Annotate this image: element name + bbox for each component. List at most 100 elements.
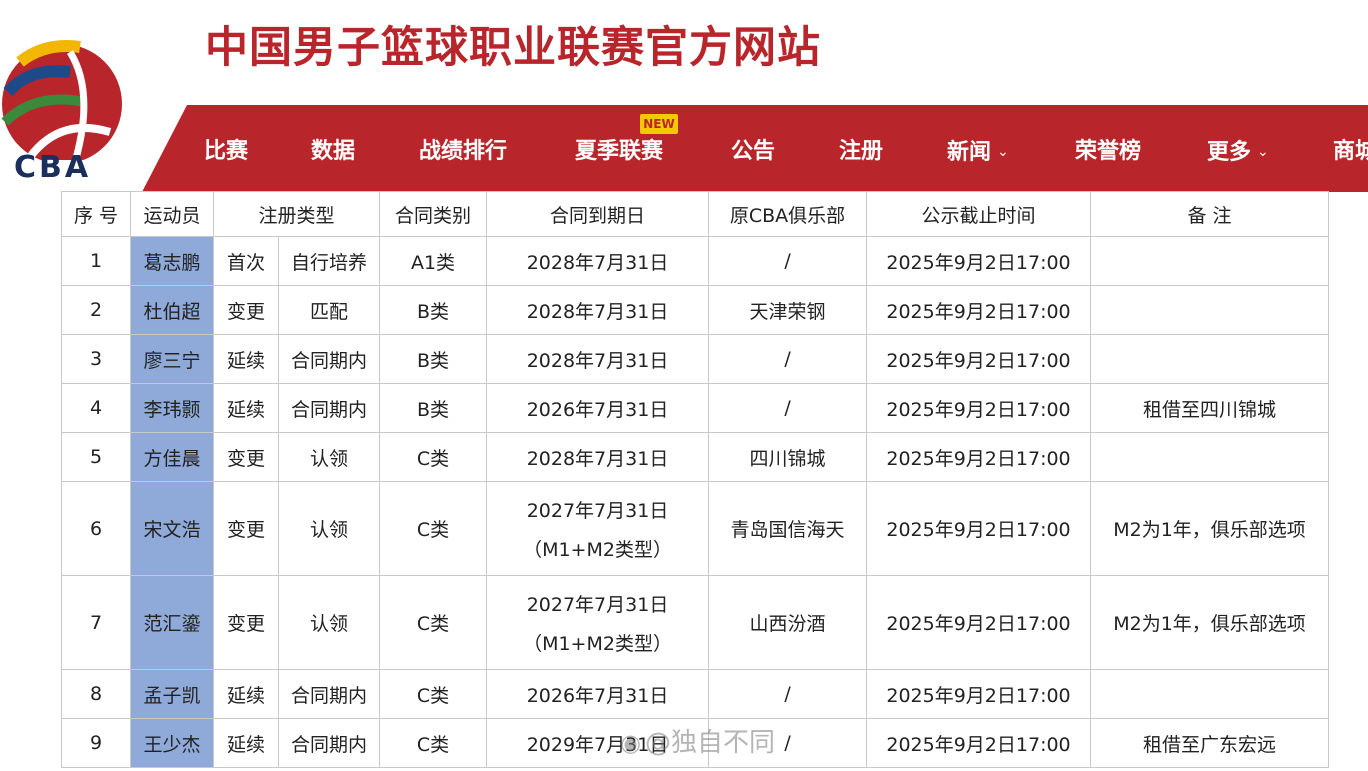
cell-player: 廖三宁 — [130, 334, 214, 384]
cell-reg-sub: 认领 — [277, 575, 381, 670]
cell-expiry: 2028年7月31日 — [486, 236, 710, 286]
cell-player: 李玮颢 — [130, 383, 214, 433]
nav-item-announcements[interactable]: 公告 — [731, 105, 775, 192]
cell-deadline: 2025年9月2日17:00 — [866, 718, 1092, 768]
cell-remarks: 租借至广东宏远 — [1090, 718, 1330, 768]
expiry-note: （M1+M2类型） — [523, 632, 672, 655]
cell-index: 1 — [61, 236, 131, 286]
table-row: 1 葛志鹏 首次 自行培养 A1类 2028年7月31日 / 2025年9月2日… — [61, 236, 1330, 286]
cell-remarks: M2为1年，俱乐部选项 — [1090, 481, 1330, 576]
cell-player: 范汇鎏 — [130, 575, 214, 670]
cell-reg-sub: 认领 — [277, 432, 381, 482]
cell-reg-type: 变更 — [213, 575, 279, 670]
table-row: 8 孟子凯 延续 合同期内 C类 2026年7月31日 / 2025年9月2日1… — [61, 669, 1330, 719]
cell-index: 7 — [61, 575, 131, 670]
cell-reg-type: 延续 — [213, 383, 279, 433]
cell-former-club: 青岛国信海天 — [708, 481, 868, 576]
cell-remarks — [1090, 285, 1330, 335]
cell-contract-class: C类 — [379, 481, 488, 576]
nav-item-matches[interactable]: 比赛 — [204, 105, 248, 192]
cell-index: 6 — [61, 481, 131, 576]
expiry-date: 2027年7月31日 — [526, 593, 669, 616]
cell-remarks — [1090, 236, 1330, 286]
table-row: 4 李玮颢 延续 合同期内 B类 2026年7月31日 / 2025年9月2日1… — [61, 383, 1330, 433]
cell-former-club: 山西汾酒 — [708, 575, 868, 670]
nav-item-registration[interactable]: 注册 — [839, 105, 883, 192]
cell-expiry: 2027年7月31日 （M1+M2类型） — [486, 481, 710, 576]
cell-reg-type: 延续 — [213, 334, 279, 384]
nav-item-honors[interactable]: 荣誉榜 — [1075, 105, 1141, 192]
cell-former-club: 四川锦城 — [708, 432, 868, 482]
nav-item-standings[interactable]: 战绩排行 — [419, 105, 507, 192]
header-expiry: 合同到期日 — [486, 191, 710, 237]
cell-reg-sub: 合同期内 — [277, 669, 381, 719]
cell-deadline: 2025年9月2日17:00 — [866, 285, 1092, 335]
cell-former-club: / — [708, 669, 868, 719]
cell-reg-sub: 匹配 — [277, 285, 381, 335]
cell-deadline: 2025年9月2日17:00 — [866, 575, 1092, 670]
cell-deadline: 2025年9月2日17:00 — [866, 669, 1092, 719]
cell-contract-class: C类 — [379, 575, 488, 670]
cell-remarks: 租借至四川锦城 — [1090, 383, 1330, 433]
site-title: 中国男子篮球职业联赛官方网站 — [205, 23, 821, 73]
cell-deadline: 2025年9月2日17:00 — [866, 481, 1092, 576]
cell-reg-sub: 认领 — [277, 481, 381, 576]
table-row: 6 宋文浩 变更 认领 C类 2027年7月31日 （M1+M2类型） 青岛国信… — [61, 481, 1330, 576]
cba-logo[interactable]: CBA — [0, 22, 125, 185]
expiry-date: 2027年7月31日 — [526, 499, 669, 522]
chevron-down-icon: ⌄ — [1257, 144, 1269, 160]
header-player: 运动员 — [130, 191, 214, 237]
logo-text: CBA — [14, 150, 92, 185]
cell-reg-type: 变更 — [213, 432, 279, 482]
cell-expiry: 2026年7月31日 — [486, 669, 710, 719]
cell-former-club: / — [708, 236, 868, 286]
table-header-row: 序 号 运动员 注册类型 合同类别 合同到期日 原CBA俱乐部 公示截止时间 备… — [61, 191, 1330, 237]
table-row: 5 方佳晨 变更 认领 C类 2028年7月31日 四川锦城 2025年9月2日… — [61, 432, 1330, 482]
cell-reg-type: 延续 — [213, 718, 279, 768]
cell-contract-class: B类 — [379, 383, 488, 433]
cell-deadline: 2025年9月2日17:00 — [866, 236, 1092, 286]
cell-player: 杜伯超 — [130, 285, 214, 335]
cell-remarks — [1090, 334, 1330, 384]
weibo-icon: ◉ — [620, 729, 641, 757]
cell-expiry: 2028年7月31日 — [486, 432, 710, 482]
cell-remarks: M2为1年，俱乐部选项 — [1090, 575, 1330, 670]
cell-index: 5 — [61, 432, 131, 482]
registration-table: 序 号 运动员 注册类型 合同类别 合同到期日 原CBA俱乐部 公示截止时间 备… — [61, 191, 1330, 768]
cell-reg-type: 延续 — [213, 669, 279, 719]
cell-contract-class: B类 — [379, 285, 488, 335]
cell-contract-class: B类 — [379, 334, 488, 384]
weibo-watermark: ◉ @独自不同 — [620, 728, 775, 758]
cell-expiry: 2028年7月31日 — [486, 285, 710, 335]
cell-player: 宋文浩 — [130, 481, 214, 576]
cell-remarks — [1090, 432, 1330, 482]
table-row: 7 范汇鎏 变更 认领 C类 2027年7月31日 （M1+M2类型） 山西汾酒… — [61, 575, 1330, 670]
cell-former-club: 天津荣钢 — [708, 285, 868, 335]
cell-contract-class: C类 — [379, 669, 488, 719]
nav-item-stats[interactable]: 数据 — [311, 105, 355, 192]
cell-player: 葛志鹏 — [130, 236, 214, 286]
cell-expiry: 2028年7月31日 — [486, 334, 710, 384]
header-reg-type: 注册类型 — [212, 191, 381, 237]
cell-deadline: 2025年9月2日17:00 — [866, 432, 1092, 482]
cell-deadline: 2025年9月2日17:00 — [866, 383, 1092, 433]
header-contract-class: 合同类别 — [379, 191, 488, 237]
cell-player: 王少杰 — [130, 718, 214, 768]
nav-item-shop[interactable]: 商城 — [1333, 105, 1368, 192]
cell-former-club: / — [708, 334, 868, 384]
cell-player: 孟子凯 — [130, 669, 214, 719]
nav-item-more[interactable]: 更多 ⌄ — [1207, 105, 1269, 192]
nav-item-news[interactable]: 新闻 ⌄ — [947, 105, 1009, 192]
expiry-note: （M1+M2类型） — [523, 538, 672, 561]
cell-expiry: 2026年7月31日 — [486, 383, 710, 433]
header-deadline: 公示截止时间 — [866, 191, 1092, 237]
cell-reg-type: 变更 — [213, 481, 279, 576]
cell-expiry: 2027年7月31日 （M1+M2类型） — [486, 575, 710, 670]
cell-contract-class: A1类 — [379, 236, 488, 286]
cell-reg-sub: 合同期内 — [277, 383, 381, 433]
cell-contract-class: C类 — [379, 432, 488, 482]
cell-reg-sub: 自行培养 — [277, 236, 381, 286]
cell-reg-type: 首次 — [213, 236, 279, 286]
cell-index: 2 — [61, 285, 131, 335]
cell-index: 4 — [61, 383, 131, 433]
